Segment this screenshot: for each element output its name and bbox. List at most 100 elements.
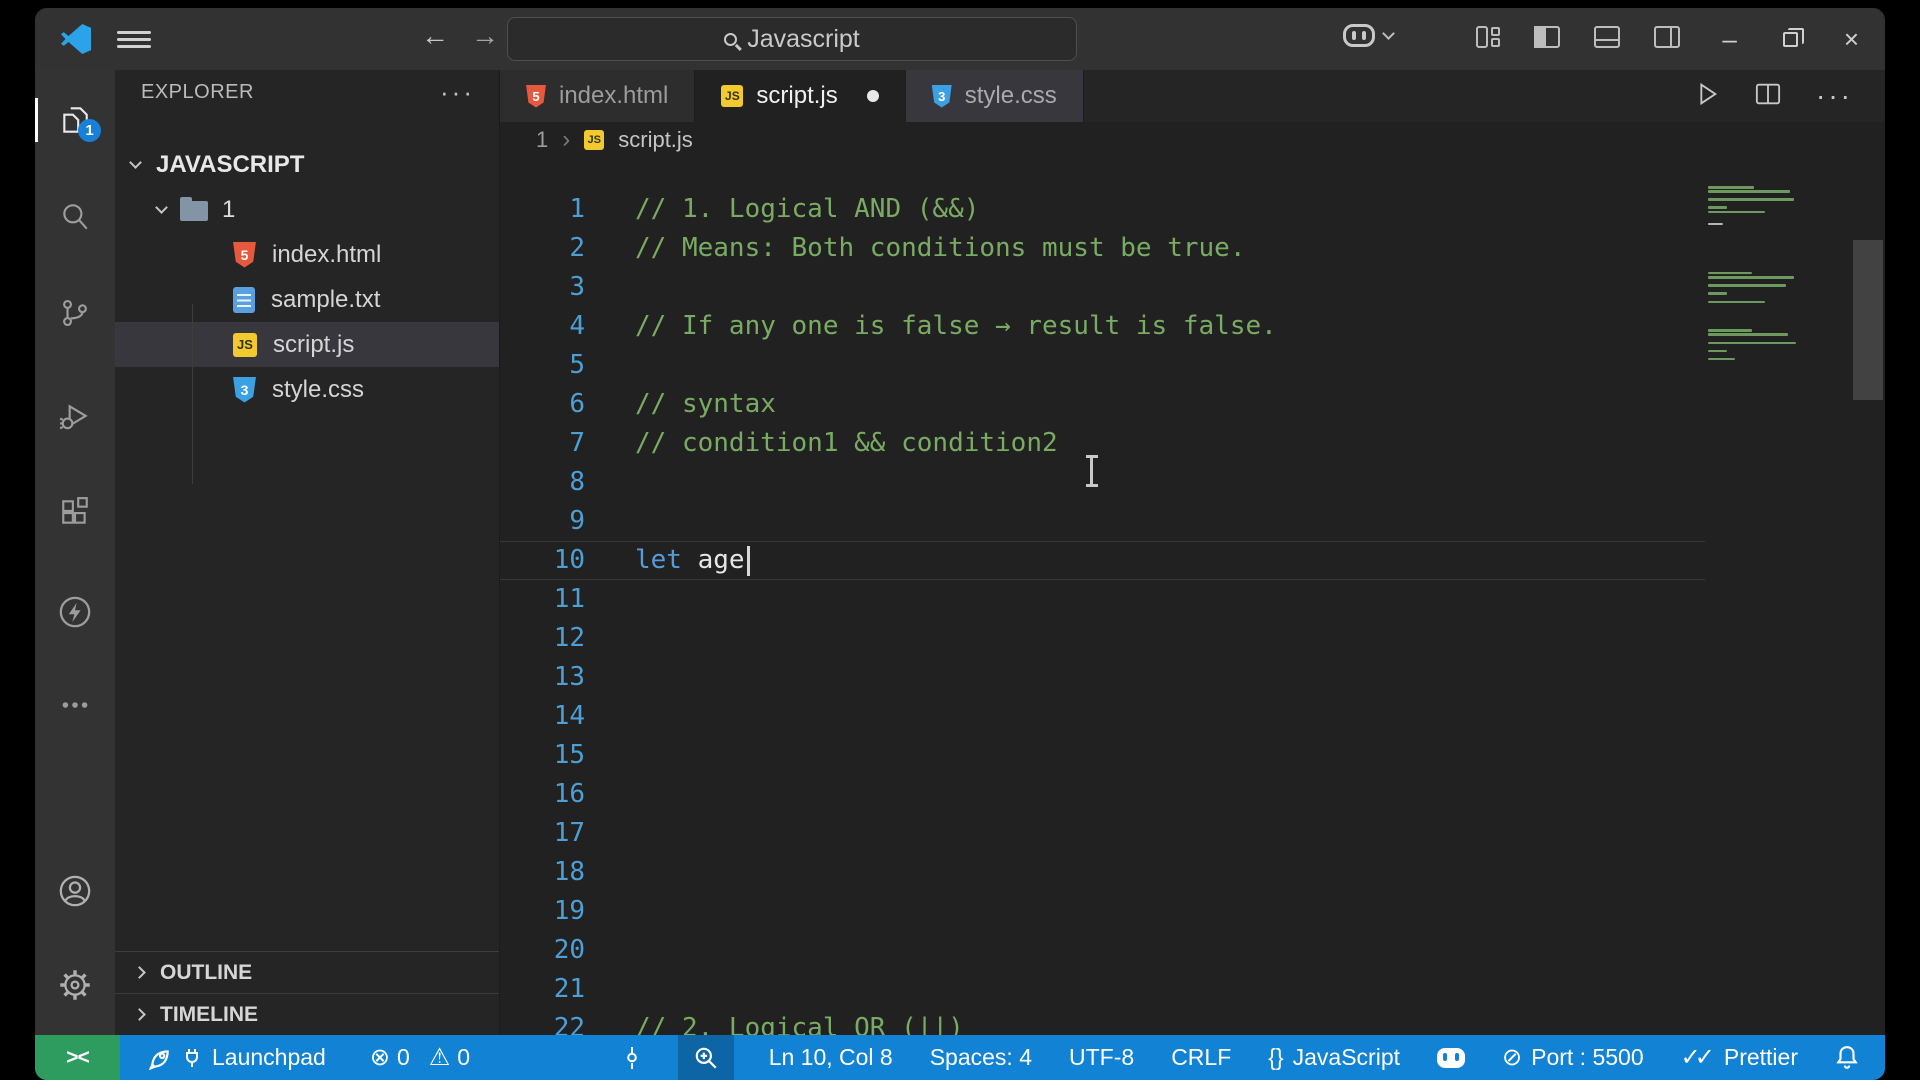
close-button[interactable]: ×	[1844, 24, 1859, 55]
line-number: 19	[553, 896, 585, 926]
code-line-11[interactable]: 11	[500, 580, 1705, 619]
code-line-5[interactable]: 5	[500, 346, 1705, 385]
code-line-17[interactable]: 17	[500, 814, 1705, 853]
activity-bar: 1	[35, 70, 115, 1035]
js-file-icon: JS	[721, 85, 744, 107]
language-mode-button[interactable]: {} JavaScript	[1266, 1035, 1402, 1080]
code-line-3[interactable]: 3	[500, 268, 1705, 307]
minimize-button[interactable]: –	[1722, 24, 1736, 55]
code-line-9[interactable]: 9	[500, 502, 1705, 541]
tab-script-js[interactable]: JS script.js	[695, 70, 906, 122]
html-file-icon: 5	[526, 84, 546, 108]
code-line-21[interactable]: 21	[500, 970, 1705, 1009]
copilot-button[interactable]	[1343, 24, 1395, 47]
remote-indicator-button[interactable]: ><	[35, 1035, 120, 1080]
code-line-16[interactable]: 16	[500, 775, 1705, 814]
activity-search[interactable]	[35, 189, 115, 245]
encoding-button[interactable]: UTF-8	[1067, 1035, 1136, 1080]
explorer-badge: 1	[78, 119, 101, 142]
run-button[interactable]	[1692, 80, 1720, 113]
problems-button[interactable]: ⊗ 0 ⚠ 0	[368, 1035, 472, 1080]
code-line-20[interactable]: 20	[500, 931, 1705, 970]
launchpad-button[interactable]: Launchpad	[146, 1035, 328, 1080]
code-line-8[interactable]: 8	[500, 463, 1705, 502]
toggle-panel-button[interactable]	[1592, 23, 1622, 56]
minimap[interactable]	[1708, 186, 1850, 362]
code-line-7[interactable]: 7// condition1 && condition2	[500, 424, 1705, 463]
braces-icon: {}	[1268, 1044, 1284, 1070]
toggle-primary-sidebar-button[interactable]	[1532, 23, 1562, 56]
code-line-19[interactable]: 19	[500, 892, 1705, 931]
activity-extensions[interactable]	[35, 484, 115, 540]
code-line-15[interactable]: 15	[500, 736, 1705, 775]
vertical-scrollbar[interactable]	[1853, 240, 1883, 400]
code-line-14[interactable]: 14	[500, 697, 1705, 736]
code-line-13[interactable]: 13	[500, 658, 1705, 697]
activity-explorer[interactable]: 1	[35, 92, 115, 148]
text-file-icon	[233, 286, 255, 313]
activity-source-control[interactable]	[35, 285, 115, 341]
line-number: 12	[553, 623, 585, 653]
restore-button[interactable]	[1782, 27, 1804, 47]
tab-style-css[interactable]: 3 style.css	[905, 70, 1084, 122]
account-button[interactable]	[35, 863, 115, 919]
more-actions-button[interactable]: ···	[1816, 80, 1853, 112]
chevron-down-icon	[129, 156, 142, 169]
notifications-button[interactable]	[1833, 1035, 1861, 1080]
modified-dot-icon[interactable]	[866, 90, 879, 102]
code-line-2[interactable]: 2// Means: Both conditions must be true.	[500, 229, 1705, 268]
code-line-10[interactable]: 10 let age	[500, 541, 1705, 580]
command-center-search[interactable]: Javascript	[507, 17, 1077, 61]
zoom-button[interactable]	[677, 1035, 734, 1080]
sidebar-title: EXPLORER	[141, 80, 254, 103]
menu-button[interactable]	[117, 27, 151, 51]
js-file-icon: JS	[584, 130, 605, 150]
port-forward-button[interactable]	[619, 1035, 645, 1080]
eol-button[interactable]: CRLF	[1169, 1035, 1233, 1080]
activity-live-server[interactable]	[35, 584, 115, 640]
live-server-port-button[interactable]: ⊘ Port : 5500	[1500, 1035, 1646, 1080]
search-value: Javascript	[747, 24, 860, 53]
file-row-style-css[interactable]: 3 style.css	[115, 367, 499, 412]
line-number: 14	[553, 701, 585, 731]
stop-circle-icon: ⊘	[1502, 1044, 1523, 1071]
outline-section[interactable]: OUTLINE	[115, 951, 499, 993]
activity-more-button[interactable]	[35, 677, 115, 733]
indentation-button[interactable]: Spaces: 4	[928, 1035, 1034, 1080]
css-file-icon: 3	[931, 84, 952, 108]
timeline-section[interactable]: TIMELINE	[115, 993, 499, 1035]
workspace-row[interactable]: JAVASCRIPT	[115, 142, 499, 187]
breadcrumb-file[interactable]: script.js	[618, 127, 693, 153]
code-editor[interactable]: 1// 1. Logical AND (&&) 2// Means: Both c…	[500, 158, 1885, 1035]
folder-row[interactable]: 1	[115, 187, 499, 232]
back-button[interactable]: ←	[417, 20, 453, 52]
activity-run-debug[interactable]	[35, 389, 115, 445]
code-line-12[interactable]: 12	[500, 619, 1705, 658]
split-editor-button[interactable]	[1754, 81, 1782, 112]
copilot-status-button[interactable]	[1435, 1035, 1467, 1080]
code-line-6[interactable]: 6// syntax	[500, 385, 1705, 424]
code-line-1[interactable]: 1// 1. Logical AND (&&)	[500, 190, 1705, 229]
line-number: 11	[553, 584, 585, 614]
code-line-4[interactable]: 4// If any one is false → result is fals…	[500, 307, 1705, 346]
line-number: 1	[569, 194, 585, 224]
explorer-more-actions-button[interactable]: ···	[440, 77, 475, 108]
code-line-18[interactable]: 18	[500, 853, 1705, 892]
vscode-window: ← → Javascript – × 1 EXPLORER ··· JAVASC…	[35, 8, 1885, 1080]
file-row-index-html[interactable]: 5 index.html	[115, 232, 499, 277]
customize-layout-button[interactable]	[1474, 23, 1502, 56]
title-bar: ← → Javascript – ×	[35, 8, 1885, 70]
settings-gear-button[interactable]	[35, 957, 115, 1013]
file-row-sample-txt[interactable]: sample.txt	[115, 277, 499, 322]
formatter-button[interactable]: ✓✓ Prettier	[1679, 1035, 1800, 1080]
file-row-script-js[interactable]: JS script.js	[115, 322, 499, 367]
toggle-secondary-sidebar-button[interactable]	[1652, 23, 1682, 56]
editor-group: 5 index.html JS script.js 3 style.css ··…	[500, 70, 1885, 1035]
forward-button[interactable]: →	[467, 20, 503, 52]
breadcrumb-folder[interactable]: 1	[536, 127, 548, 153]
line-number: 5	[569, 350, 585, 380]
explorer-sidebar: EXPLORER ··· JAVASCRIPT 1 5 index.html s…	[115, 70, 500, 1035]
code-line-22[interactable]: 22// 2. Logical OR (||)	[500, 1009, 1705, 1035]
tab-index-html[interactable]: 5 index.html	[500, 70, 696, 122]
cursor-position-button[interactable]: Ln 10, Col 8	[767, 1035, 895, 1080]
